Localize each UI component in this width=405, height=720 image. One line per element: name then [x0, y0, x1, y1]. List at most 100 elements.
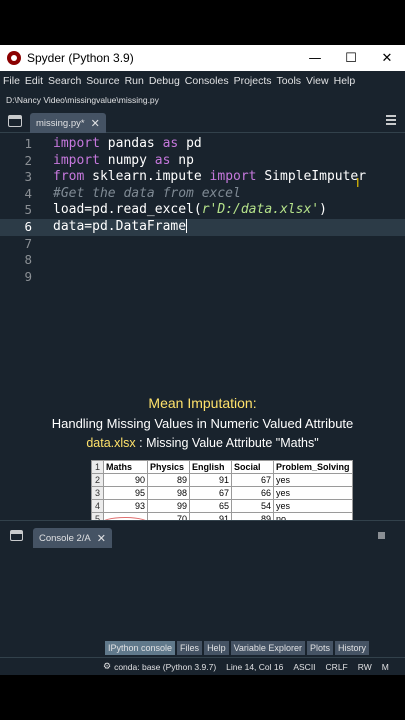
header-cell: Problem_Solving [273, 460, 353, 474]
table-cell: 54 [231, 499, 274, 513]
row-number: 2 [91, 473, 104, 487]
tab-close-icon[interactable]: ✕ [91, 117, 100, 130]
table-cell: 95 [103, 486, 148, 500]
line-number: 8 [24, 252, 32, 268]
code-line[interactable]: 3 from sklearn.impute import SimpleImpute… [0, 169, 405, 186]
bottom-pane-tabs: IPython console Files Help Variable Expl… [105, 641, 371, 655]
code-line[interactable]: 5 load=pd.read_excel(r'D:/data.xlsx') [0, 202, 405, 219]
tab-files[interactable]: Files [177, 641, 203, 655]
tab-label: missing.py* [36, 117, 85, 129]
header-cell: English [189, 460, 232, 474]
header-row: 1 Maths Physics English Social Problem_S… [91, 460, 353, 474]
table-row: 4 93 99 65 54 yes [91, 499, 353, 513]
tab-variable-explorer[interactable]: Variable Explorer [230, 641, 305, 655]
line-number: 3 [24, 169, 32, 185]
console-tab-close-icon[interactable]: ✕ [97, 532, 106, 545]
code-token: np [170, 152, 194, 168]
menu-source[interactable]: Source [86, 75, 119, 87]
menu-run[interactable]: Run [125, 75, 144, 87]
row-number: 1 [91, 460, 104, 474]
code-line[interactable]: 1 import pandas as pd [0, 136, 405, 153]
top-letterbox [0, 0, 405, 45]
table-cell: 98 [147, 486, 190, 500]
code-line[interactable]: 7 [0, 236, 405, 253]
code-text: import numpy as np [53, 153, 194, 170]
code-token: as [154, 152, 171, 168]
tab-missing-py[interactable]: missing.py* ✕ [30, 113, 106, 133]
menu-debug[interactable]: Debug [149, 75, 180, 87]
code-text: import pandas as pd [53, 136, 202, 153]
code-editor[interactable]: 1 import pandas as pd 2 import numpy as np 3… [0, 136, 405, 516]
tab-plots[interactable]: Plots [306, 641, 333, 655]
spyder-app-icon [7, 51, 21, 65]
maximize-button[interactable]: ☐ [333, 45, 369, 71]
overlay-caption-text: Missing Value Attribute "Maths" [146, 436, 319, 450]
menu-help[interactable]: Help [334, 75, 356, 87]
status-env[interactable]: conda: base (Python 3.9.7) [114, 662, 216, 672]
spyder-window: Spyder (Python 3.9) — ☐ ✕ File Edit Sear… [0, 45, 405, 675]
menu-consoles[interactable]: Consoles [185, 75, 229, 87]
status-encoding: ASCII [293, 661, 316, 672]
pane-toggle-icon[interactable] [8, 115, 22, 127]
table-cell: 66 [231, 486, 274, 500]
line-number: 7 [24, 235, 32, 251]
close-window-button[interactable]: ✕ [369, 45, 405, 71]
code-line[interactable]: 9 [0, 269, 405, 286]
code-line[interactable]: 2 import numpy as np [0, 153, 405, 170]
menu-search[interactable]: Search [48, 75, 81, 87]
tab-history[interactable]: History [334, 641, 369, 655]
line-number: 2 [24, 152, 32, 168]
table-cell: 67 [189, 486, 232, 500]
code-token: sklearn.impute [84, 169, 210, 185]
table-row: 3 95 98 67 66 yes [91, 486, 353, 500]
console-pane-toggle-icon[interactable] [10, 530, 23, 541]
table-cell: 65 [189, 499, 232, 513]
tab-help[interactable]: Help [204, 641, 229, 655]
menu-projects[interactable]: Projects [234, 75, 272, 87]
menu-view[interactable]: View [306, 75, 329, 87]
console-pane: Console 2/A ✕ IPython console Files Help… [0, 520, 405, 660]
status-permissions: RW [357, 661, 372, 672]
title-bar: Spyder (Python 3.9) — ☐ ✕ [0, 45, 405, 71]
menu-bar: File Edit Search Source Run Debug Consol… [0, 71, 405, 91]
stop-icon[interactable] [378, 532, 385, 539]
file-path: D:\Nancy Video\missingvalue\missing.py [6, 95, 159, 105]
code-token: import [209, 169, 257, 185]
header-cell: Social [231, 460, 274, 474]
code-token: from [53, 169, 85, 185]
minimize-button[interactable]: — [297, 45, 333, 71]
code-line[interactable]: 4 #Get the data from excel [0, 186, 405, 203]
row-number: 4 [91, 499, 104, 513]
overlay-title: Mean Imputation: [148, 395, 257, 411]
editor-tabbar: missing.py* ✕ [0, 111, 405, 133]
line-number: 4 [24, 185, 32, 201]
code-line[interactable]: 8 [0, 252, 405, 269]
table-cell: 99 [147, 499, 190, 513]
tab-console[interactable]: Console 2/A ✕ [33, 528, 112, 548]
tab-ipython-console[interactable]: IPython console [105, 641, 176, 655]
code-token: r'D:/data.xlsx' [201, 202, 320, 218]
table-row: 2 90 89 91 67 yes [91, 473, 353, 487]
table-cell: yes [273, 473, 353, 487]
bottom-letterbox [0, 675, 405, 720]
code-token: SimpleImputer [256, 169, 367, 185]
menu-edit[interactable]: Edit [25, 75, 43, 87]
code-token: pd [178, 136, 202, 151]
menu-file[interactable]: File [3, 75, 20, 87]
menu-tools[interactable]: Tools [277, 75, 302, 87]
code-token: pandas [99, 136, 163, 151]
overlay-caption: data.xlsx : Missing Value Attribute "Mat… [0, 436, 405, 450]
code-token: import [53, 136, 100, 151]
header-cell: Maths [103, 460, 148, 474]
options-menu-icon[interactable] [386, 115, 396, 125]
table-cell: 67 [231, 473, 274, 487]
overlay-subtitle: Handling Missing Values in Numeric Value… [51, 416, 354, 431]
row-number: 3 [91, 486, 104, 500]
code-token: ) [319, 202, 327, 218]
code-line[interactable]: 6 data=pd.DataFrame [0, 218, 405, 236]
code-text: #Get the data from excel [53, 186, 241, 203]
code-token: import [53, 152, 100, 168]
header-cell: Physics [147, 460, 190, 474]
status-cursor-position: Line 14, Col 16 [226, 661, 284, 672]
table-cell: 89 [147, 473, 190, 487]
